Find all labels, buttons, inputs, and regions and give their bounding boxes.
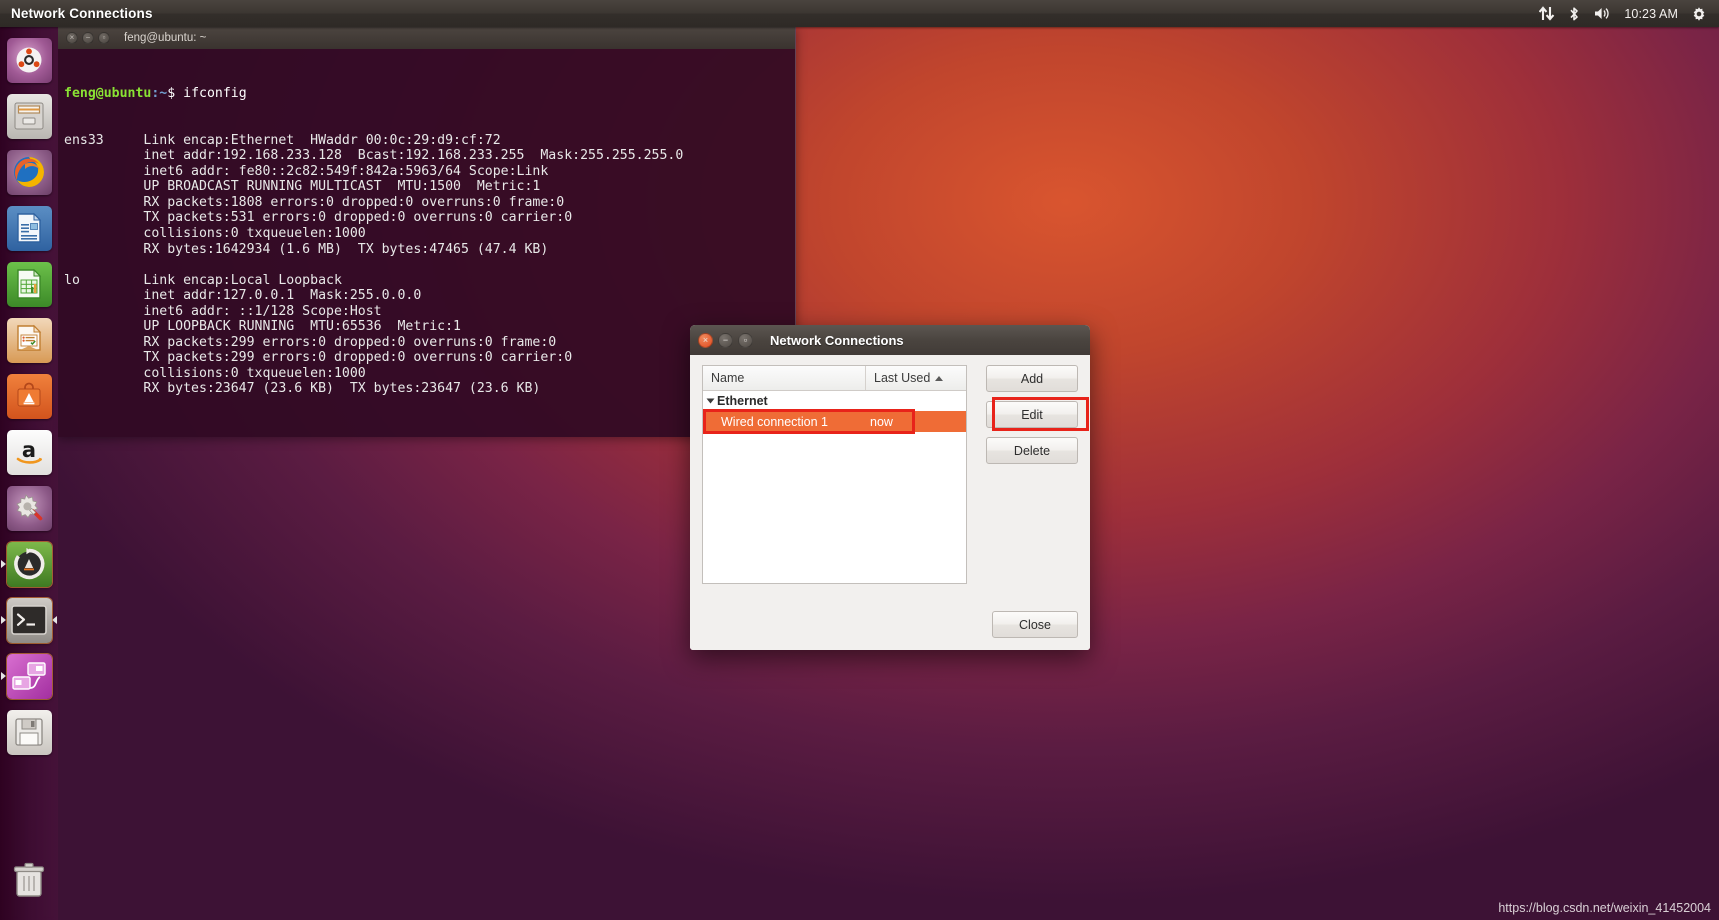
terminal-window[interactable]: × − ▫ feng@ubuntu: ~ feng@ubuntu:~$ ifco…: [58, 27, 796, 437]
dialog-titlebar: × − ▫ Network Connections: [690, 325, 1090, 355]
launcher-pip-left: [1, 616, 6, 624]
terminal-icon: [7, 598, 52, 643]
sidebar-item-floppy-disk[interactable]: [0, 704, 58, 760]
ubuntu-software-icon: [7, 374, 52, 419]
dialog-maximize-icon[interactable]: ▫: [738, 333, 753, 348]
sidebar-item-ubuntu-dash[interactable]: [0, 32, 58, 88]
dialog-title: Network Connections: [770, 333, 904, 348]
system-settings-icon: [7, 486, 52, 531]
workspace-switcher-icon: [7, 654, 52, 699]
files-icon: [7, 94, 52, 139]
list-header: Name Last Used: [703, 366, 966, 391]
sort-ascending-icon: [935, 376, 943, 381]
terminal-line: inet6 addr: ::1/128 Scope:Host: [64, 304, 789, 320]
dialog-minimize-icon[interactable]: −: [718, 333, 733, 348]
terminal-line: collisions:0 txqueuelen:1000: [64, 226, 789, 242]
network-transfer-icon[interactable]: [1539, 4, 1555, 24]
sidebar-item-system-settings[interactable]: [0, 480, 58, 536]
unity-launcher: a: [0, 27, 58, 920]
edit-button[interactable]: Edit: [986, 401, 1078, 428]
terminal-line: RX packets:1808 errors:0 dropped:0 overr…: [64, 195, 789, 211]
terminal-line: RX packets:299 errors:0 dropped:0 overru…: [64, 335, 789, 351]
trash-icon[interactable]: [0, 852, 58, 908]
action-button-column: Add Edit Delete: [986, 365, 1078, 464]
close-button[interactable]: Close: [992, 611, 1078, 638]
terminal-ifconfig-output: ens33 Link encap:Ethernet HWaddr 00:0c:2…: [64, 133, 789, 413]
network-connections-dialog[interactable]: × − ▫ Network Connections Name Last Used…: [690, 325, 1090, 650]
sidebar-item-amazon[interactable]: a: [0, 424, 58, 480]
sidebar-item-ubuntu-software[interactable]: [0, 368, 58, 424]
system-menu-gear-icon[interactable]: [1691, 4, 1707, 24]
terminal-titlebar: × − ▫ feng@ubuntu: ~: [58, 27, 795, 49]
terminal-line: inet addr:192.168.233.128 Bcast:192.168.…: [64, 148, 789, 164]
terminal-prompt-line: feng@ubuntu:~$ ifconfig: [64, 86, 789, 102]
sidebar-item-libreoffice-writer[interactable]: [0, 200, 58, 256]
terminal-title: feng@ubuntu: ~: [124, 32, 206, 44]
terminal-prompt-symbol: $: [167, 86, 183, 101]
firefox-icon: [7, 150, 52, 195]
terminal-line: inet6 addr: fe80::2c82:549f:842a:5963/64…: [64, 164, 789, 180]
amazon-icon: a: [7, 430, 52, 475]
watermark: https://blog.csdn.net/weixin_41452004: [1498, 901, 1711, 915]
add-button[interactable]: Add: [986, 365, 1078, 392]
launcher-pip-left: [1, 560, 6, 568]
launcher-pip-right: [52, 616, 57, 624]
terminal-minimize-icon[interactable]: −: [82, 32, 94, 44]
sidebar-item-terminal[interactable]: [0, 592, 58, 648]
libreoffice-writer-icon: [7, 206, 52, 251]
desktop: Network Connections 10:23 A: [0, 0, 1719, 920]
sidebar-item-workspace-switcher[interactable]: [0, 648, 58, 704]
terminal-output[interactable]: feng@ubuntu:~$ ifconfig ens33 Link encap…: [58, 49, 795, 437]
column-header-last-used[interactable]: Last Used: [866, 366, 966, 390]
terminal-line: collisions:0 txqueuelen:1000: [64, 366, 789, 382]
sidebar-item-software-updater[interactable]: [0, 536, 58, 592]
sidebar-item-files[interactable]: [0, 88, 58, 144]
row-last-used: now: [866, 415, 966, 429]
dialog-close-icon[interactable]: ×: [698, 333, 713, 348]
volume-icon[interactable]: [1593, 4, 1611, 24]
sidebar-item-firefox[interactable]: [0, 144, 58, 200]
delete-button[interactable]: Delete: [986, 437, 1078, 464]
software-updater-icon: [7, 542, 52, 587]
column-header-name[interactable]: Name: [703, 366, 866, 390]
bluetooth-icon[interactable]: [1568, 4, 1580, 24]
row-name: Wired connection 1: [703, 415, 866, 429]
panel-app-title: Network Connections: [11, 6, 153, 21]
column-header-last-used-label: Last Used: [874, 371, 930, 385]
system-tray: 10:23 AM: [1539, 4, 1719, 24]
top-panel: Network Connections 10:23 A: [0, 0, 1719, 27]
sidebar-item-libreoffice-calc[interactable]: [0, 256, 58, 312]
group-row-ethernet[interactable]: Ethernet: [703, 391, 966, 411]
terminal-prompt-path: :~: [151, 86, 167, 101]
terminal-line: UP LOOPBACK RUNNING MTU:65536 Metric:1: [64, 319, 789, 335]
terminal-maximize-icon[interactable]: ▫: [98, 32, 110, 44]
connections-list[interactable]: Name Last Used Ethernet Wired connection…: [702, 365, 967, 584]
clock[interactable]: 10:23 AM: [1624, 7, 1678, 21]
terminal-line: UP BROADCAST RUNNING MULTICAST MTU:1500 …: [64, 179, 789, 195]
terminal-command: ifconfig: [183, 86, 247, 101]
group-label: Ethernet: [717, 394, 768, 408]
launcher-pip-left: [1, 672, 6, 680]
libreoffice-impress-icon: [7, 318, 52, 363]
terminal-line: ens33 Link encap:Ethernet HWaddr 00:0c:2…: [64, 133, 789, 149]
libreoffice-calc-icon: [7, 262, 52, 307]
expander-triangle-icon[interactable]: [707, 399, 715, 404]
floppy-disk-icon: [7, 710, 52, 755]
terminal-line: RX bytes:23647 (23.6 KB) TX bytes:23647 …: [64, 381, 789, 397]
terminal-line: TX packets:531 errors:0 dropped:0 overru…: [64, 210, 789, 226]
terminal-prompt-user: feng@ubuntu: [64, 86, 151, 101]
sidebar-item-libreoffice-impress[interactable]: [0, 312, 58, 368]
ubuntu-dash-icon: [7, 38, 52, 83]
terminal-line: TX packets:299 errors:0 dropped:0 overru…: [64, 350, 789, 366]
table-row[interactable]: Wired connection 1 now: [703, 411, 966, 432]
terminal-line: [64, 257, 789, 273]
terminal-line: lo Link encap:Local Loopback: [64, 273, 789, 289]
dialog-body: Name Last Used Ethernet Wired connection…: [690, 355, 1090, 650]
terminal-line: inet addr:127.0.0.1 Mask:255.0.0.0: [64, 288, 789, 304]
svg-text:a: a: [22, 438, 36, 462]
terminal-line: RX bytes:1642934 (1.6 MB) TX bytes:47465…: [64, 242, 789, 258]
terminal-close-icon[interactable]: ×: [66, 32, 78, 44]
terminal-line: [64, 397, 789, 413]
